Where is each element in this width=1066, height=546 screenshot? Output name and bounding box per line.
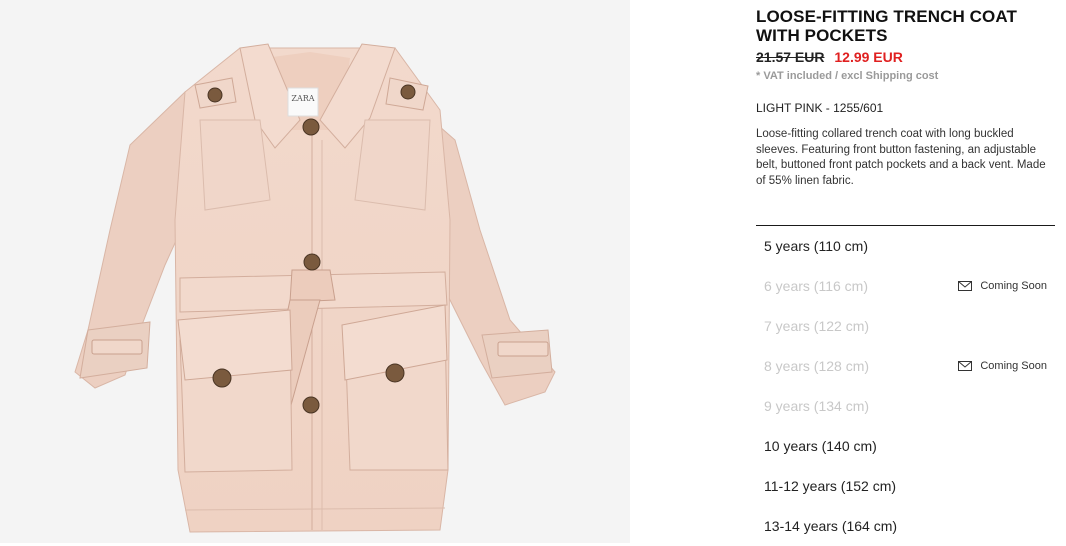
product-title: LOOSE-FITTING TRENCH COAT WITH POCKETS — [756, 7, 1017, 45]
size-option[interactable]: 10 years (140 cm) — [756, 426, 1055, 466]
coming-soon-label: Coming Soon — [980, 280, 1047, 292]
original-price: 21.57 EUR — [756, 49, 825, 65]
sale-price: 12.99 EUR — [834, 49, 903, 65]
size-option[interactable]: 7 years (122 cm) — [756, 306, 1055, 346]
size-label: 10 years (140 cm) — [764, 438, 877, 454]
coming-soon-notify[interactable]: Coming Soon — [958, 280, 1047, 292]
size-option[interactable]: 5 years (110 cm) — [756, 226, 1055, 266]
size-label: 13-14 years (164 cm) — [764, 518, 898, 534]
envelope-icon — [958, 281, 973, 291]
size-option[interactable]: 9 years (134 cm) — [756, 386, 1055, 426]
size-label: 5 years (110 cm) — [764, 238, 868, 254]
product-info-panel: LOOSE-FITTING TRENCH COAT WITH POCKETS 2… — [756, 0, 1056, 534]
color-reference: LIGHT PINK - 1255/601 — [756, 101, 884, 115]
size-label: 8 years (128 cm) — [764, 358, 870, 374]
price-row: 21.57 EUR 12.99 EUR — [756, 49, 1056, 65]
size-option[interactable]: 11-12 years (152 cm) — [756, 466, 1055, 506]
envelope-icon — [958, 361, 973, 371]
size-label: 6 years (116 cm) — [764, 278, 868, 294]
size-option[interactable]: 13-14 years (164 cm) — [756, 506, 1055, 546]
vat-note: * VAT included / excl Shipping cost — [756, 70, 939, 82]
size-option[interactable]: 6 years (116 cm) Coming Soon — [756, 266, 1055, 306]
coming-soon-label: Coming Soon — [980, 360, 1047, 372]
size-label: 9 years (134 cm) — [764, 398, 870, 414]
product-description: Loose-fitting collared trench coat with … — [756, 128, 1046, 187]
size-list: 5 years (110 cm) 6 years (116 cm) Coming S… — [756, 226, 1055, 546]
size-label: 7 years (122 cm) — [764, 318, 870, 334]
product-image[interactable]: ZARA — [0, 0, 630, 543]
brand-label: ZARA — [291, 94, 314, 103]
trench-coat-illustration: ZARA — [74, 43, 556, 533]
size-label: 11-12 years (152 cm) — [764, 478, 897, 494]
coming-soon-notify[interactable]: Coming Soon — [958, 360, 1047, 372]
size-option[interactable]: 8 years (128 cm) Coming Soon — [756, 346, 1055, 386]
